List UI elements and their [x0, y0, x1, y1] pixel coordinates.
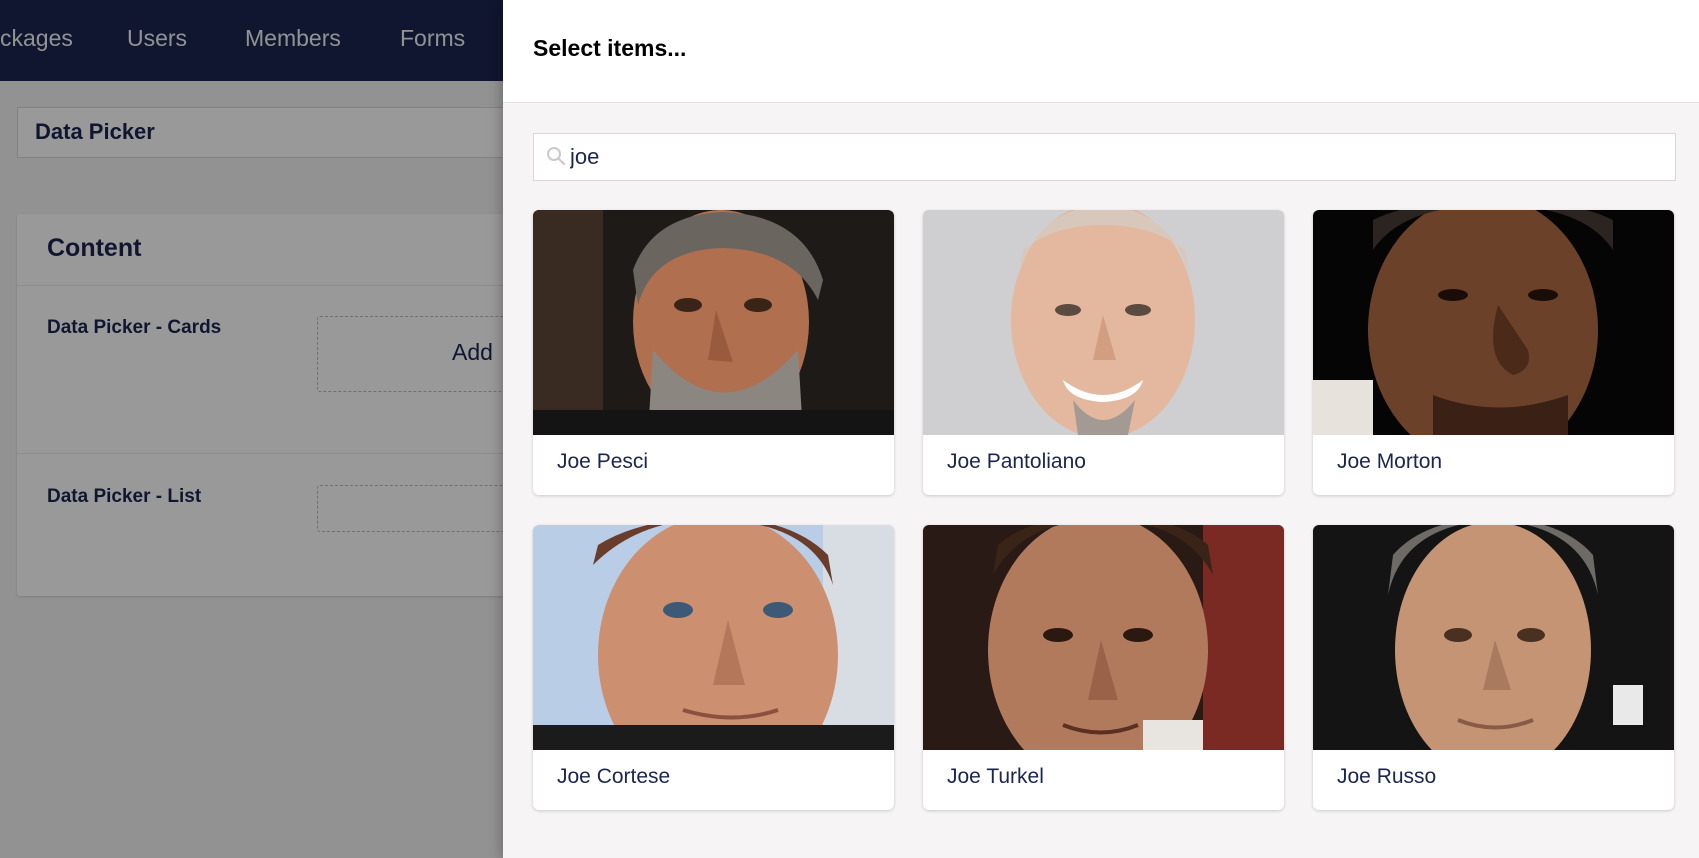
- dialog-header: Select items...: [503, 0, 1699, 103]
- person-name: Joe Cortese: [557, 765, 671, 788]
- person-name: Joe Morton: [1337, 450, 1443, 473]
- person-photo: [1313, 210, 1674, 435]
- result-card[interactable]: Joe Turkel: [923, 525, 1284, 810]
- person-photo: [533, 525, 894, 750]
- dialog-title: Select items...: [533, 35, 687, 61]
- result-card[interactable]: Joe Russo: [1313, 525, 1674, 810]
- person-photo: [533, 210, 894, 435]
- search-input[interactable]: [570, 134, 1660, 180]
- person-photo: [1313, 525, 1674, 750]
- person-photo: [923, 525, 1284, 750]
- person-name: Joe Pantoliano: [947, 450, 1086, 473]
- select-items-dialog: Select items... joe Joe Pesci Joe Pantol…: [503, 0, 1699, 858]
- search-box: [533, 133, 1676, 181]
- result-card[interactable]: Joe Cortese: [533, 525, 894, 810]
- person-name: Joe Turkel: [947, 765, 1044, 788]
- result-card[interactable]: Joe Morton: [1313, 210, 1674, 495]
- result-card[interactable]: Joe Pesci: [533, 210, 894, 495]
- person-photo: [923, 210, 1284, 435]
- search-icon: [547, 147, 566, 166]
- person-name: Joe Russo: [1337, 765, 1437, 788]
- person-name: Joe Pesci: [557, 450, 649, 473]
- result-card[interactable]: Joe Pantoliano: [923, 210, 1284, 495]
